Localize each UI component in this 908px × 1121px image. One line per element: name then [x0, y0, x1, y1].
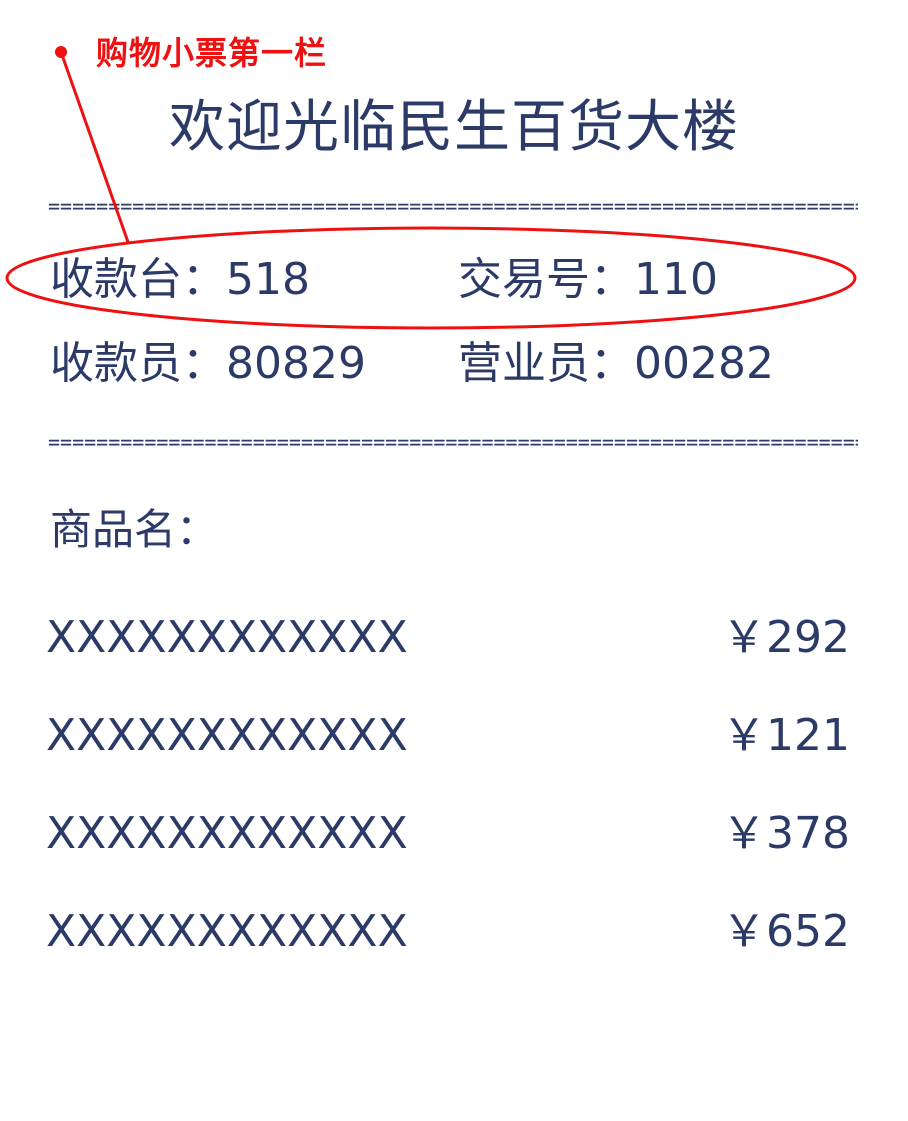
- item-name: XXXXXXXXXXXX: [46, 710, 408, 761]
- item-name: XXXXXXXXXXXX: [46, 612, 408, 663]
- info-row-register: 收款台：518 交易号：110: [48, 250, 858, 310]
- list-item: XXXXXXXXXXXX ￥378: [46, 804, 850, 864]
- transaction-number: 交易号：110: [458, 254, 718, 305]
- annotation-label: 购物小票第一栏: [96, 34, 328, 72]
- items-label: 商品名：: [50, 505, 219, 554]
- item-price: ￥292: [722, 612, 850, 663]
- item-price: ￥652: [722, 906, 850, 957]
- annotation-dot: [55, 46, 67, 58]
- item-price: ￥378: [722, 808, 850, 859]
- receipt-title: 欢迎光临民生百货大楼: [169, 95, 739, 160]
- cashier-number: 收款员：80829: [50, 338, 366, 389]
- divider-bottom: ========================================…: [48, 430, 858, 454]
- item-price: ￥121: [722, 710, 850, 761]
- item-name: XXXXXXXXXXXX: [46, 906, 408, 957]
- register-number: 收款台：518: [50, 254, 310, 305]
- salesperson-number: 营业员：00282: [458, 338, 774, 389]
- info-row-staff: 收款员：80829 营业员：00282: [48, 334, 858, 394]
- list-item: XXXXXXXXXXXX ￥652: [46, 902, 850, 962]
- divider-top: ========================================…: [48, 194, 858, 218]
- item-name: XXXXXXXXXXXX: [46, 808, 408, 859]
- list-item: XXXXXXXXXXXX ￥292: [46, 608, 850, 668]
- list-item: XXXXXXXXXXXX ￥121: [46, 706, 850, 766]
